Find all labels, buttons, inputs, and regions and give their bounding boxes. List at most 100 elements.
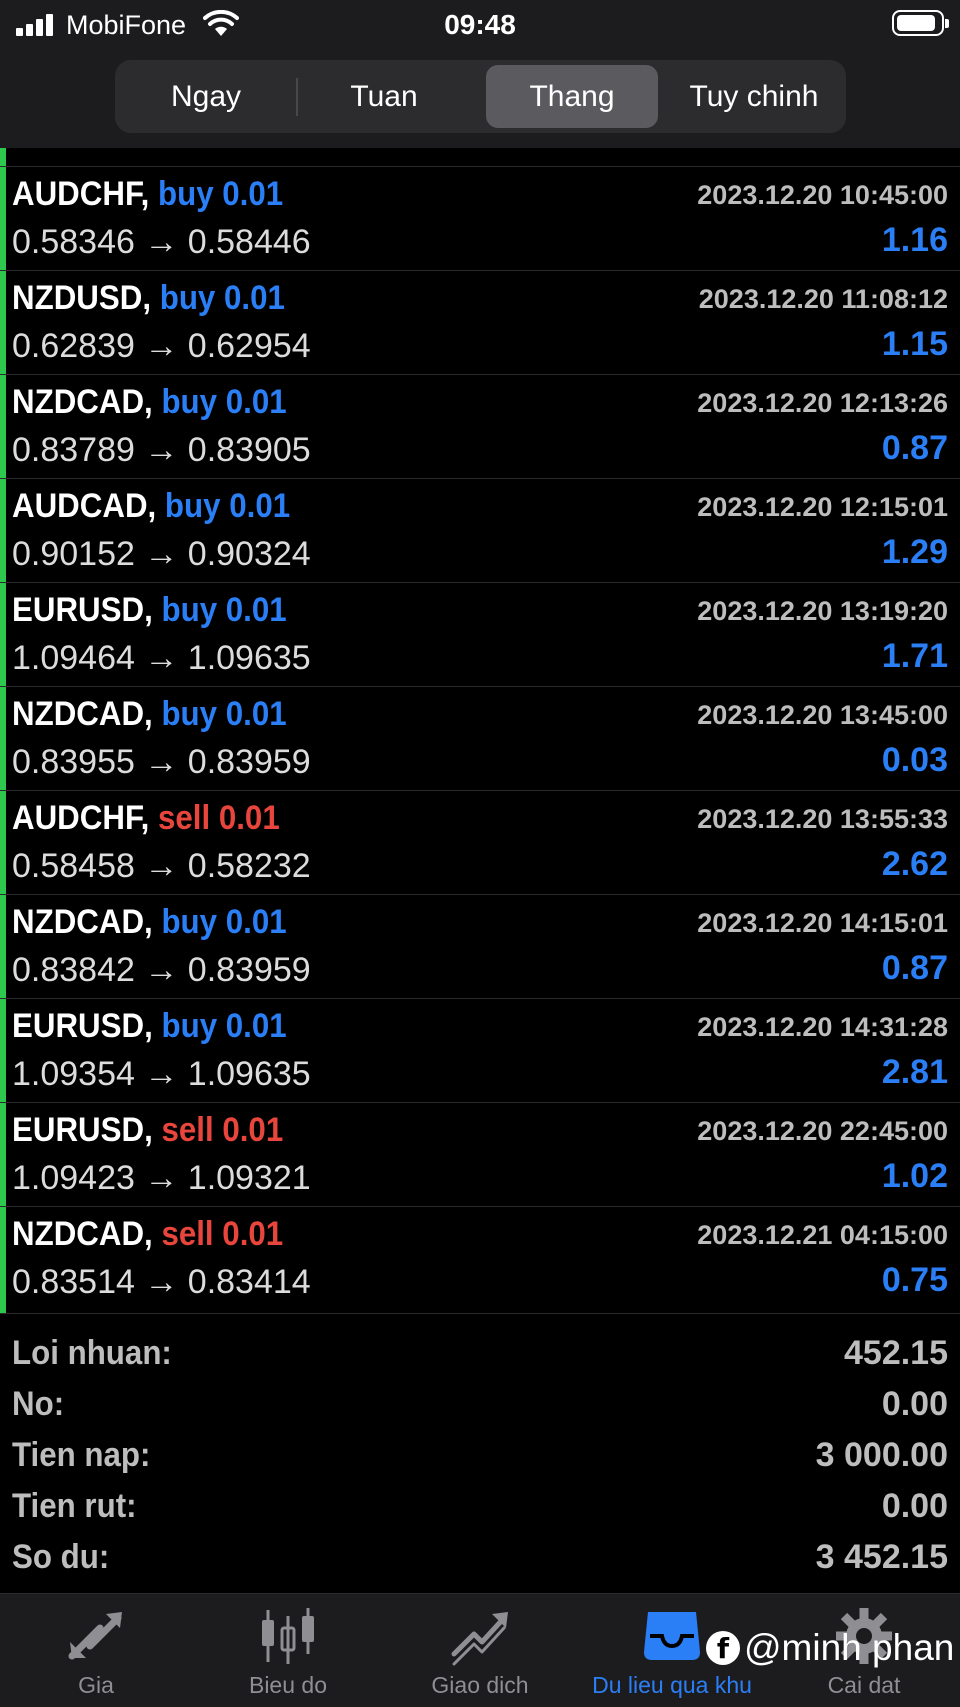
summary-label: Loi nhuan: bbox=[12, 1334, 172, 1372]
trade-symbol: NZDCAD, buy 0.01 bbox=[12, 695, 287, 734]
summary-value: 3 000.00 bbox=[815, 1436, 948, 1474]
trade-prices: 0.83955 → 0.83959 bbox=[12, 743, 311, 781]
trade-side: sell 0.01 bbox=[161, 1215, 284, 1253]
trade-symbol: AUDCHF, buy 0.01 bbox=[12, 175, 283, 214]
trade-symbol: NZDCAD, buy 0.01 bbox=[12, 383, 287, 422]
trade-profit: 1.16 bbox=[881, 221, 948, 259]
trade-row[interactable]: EURUSD, buy 0.01 2023.12.20 13:19:20 1.094… bbox=[0, 582, 960, 686]
trade-profit: 1.02 bbox=[881, 1157, 948, 1195]
trade-prices: 0.58346 → 0.58446 bbox=[12, 223, 311, 261]
tab-label: Giao dich bbox=[431, 1672, 529, 1698]
trade-side: buy 0.01 bbox=[161, 591, 287, 629]
trade-side: buy 0.01 bbox=[161, 383, 287, 421]
trade-date: 2023.12.20 12:13:26 bbox=[697, 388, 948, 418]
header: MobiFone 09:48 Ngay Tuan Thang Tuy chinh bbox=[0, 0, 960, 148]
symbol-name: NZDUSD, bbox=[12, 279, 152, 317]
trade-prices: 0.83842 → 0.83959 bbox=[12, 951, 311, 989]
tab-quotes[interactable]: Gia bbox=[0, 1594, 192, 1707]
summary-row: Loi nhuan: 452.15 bbox=[0, 1330, 960, 1380]
trade-date: 2023.12.20 14:31:28 bbox=[697, 1012, 948, 1042]
trade-row[interactable]: NZDCAD, sell 0.01 2023.12.21 04:15:00 0.83… bbox=[0, 1206, 960, 1310]
trade-date: 2023.12.21 04:15:00 bbox=[697, 1220, 948, 1250]
trade-side: buy 0.01 bbox=[159, 279, 285, 317]
tab-label: Gia bbox=[78, 1672, 114, 1698]
summary-label: No: bbox=[12, 1385, 65, 1423]
trade-side: buy 0.01 bbox=[164, 487, 291, 525]
trade-side: buy 0.01 bbox=[161, 695, 287, 733]
trade-profit: 0.87 bbox=[881, 949, 948, 987]
trade-date: 2023.12.20 12:15:01 bbox=[697, 492, 948, 522]
trade-side: buy 0.01 bbox=[161, 903, 287, 941]
summary-value: 3 452.15 bbox=[815, 1538, 948, 1576]
trade-row[interactable]: NZDCAD, buy 0.01 2023.12.20 14:15:01 0.838… bbox=[0, 894, 960, 998]
trade-symbol: EURUSD, sell 0.01 bbox=[12, 1111, 283, 1150]
trade-row[interactable]: NZDUSD, buy 0.01 2023.12.20 11:08:12 0.628… bbox=[0, 270, 960, 374]
summary-label: Tien nap: bbox=[12, 1436, 151, 1474]
trade-date: 2023.12.20 10:45:00 bbox=[697, 180, 948, 210]
symbol-name: AUDCAD, bbox=[12, 487, 157, 525]
tab-charts[interactable]: Bieu do bbox=[192, 1594, 384, 1707]
trade-prices: 1.09354 → 1.09635 bbox=[12, 1055, 311, 1093]
summary-label: So du: bbox=[12, 1538, 110, 1576]
trade-row[interactable]: EURUSD, buy 0.01 2023.12.20 14:31:28 1.093… bbox=[0, 998, 960, 1102]
trade-symbol: NZDCAD, buy 0.01 bbox=[12, 903, 287, 942]
trade-row[interactable]: AUDCHF, sell 0.01 2023.12.20 13:55:33 0.58… bbox=[0, 790, 960, 894]
trade-symbol: NZDUSD, buy 0.01 bbox=[12, 279, 285, 318]
trade-side: sell 0.01 bbox=[157, 799, 280, 837]
trade-prices: 0.83789 → 0.83905 bbox=[12, 431, 311, 469]
summary-value: 0.00 bbox=[881, 1385, 948, 1423]
symbol-name: NZDCAD, bbox=[12, 1215, 153, 1253]
trade-prices: 0.58458 → 0.58232 bbox=[12, 847, 311, 885]
candlestick-chart-icon bbox=[262, 1608, 314, 1664]
trade-profit: 0.87 bbox=[881, 429, 948, 467]
trade-symbol: EURUSD, buy 0.01 bbox=[12, 591, 287, 630]
tab-trade[interactable]: Giao dich bbox=[384, 1594, 576, 1707]
summary-value: 452.15 bbox=[844, 1334, 948, 1372]
trade-symbol: AUDCHF, sell 0.01 bbox=[12, 799, 280, 838]
trade-date: 2023.12.20 11:08:12 bbox=[698, 284, 948, 314]
trade-side: buy 0.01 bbox=[157, 175, 284, 213]
watermark: f @minh phan bbox=[706, 1624, 954, 1672]
trade-profit: 0.03 bbox=[881, 741, 948, 779]
symbol-name: NZDCAD, bbox=[12, 903, 153, 941]
summary-label: Tien rut: bbox=[12, 1487, 137, 1525]
trade-profit: 2.62 bbox=[881, 845, 948, 883]
summary-row: No: 0.00 bbox=[0, 1381, 960, 1431]
symbol-name: AUDCHF, bbox=[12, 799, 150, 837]
trade-date: 2023.12.20 14:15:01 bbox=[697, 908, 948, 938]
symbol-name: NZDCAD, bbox=[12, 695, 153, 733]
tab-label: Du lieu qua khu bbox=[592, 1672, 752, 1698]
period-tab-month[interactable]: Thang bbox=[486, 65, 658, 128]
symbol-name: AUDCHF, bbox=[12, 175, 150, 213]
trade-row[interactable]: AUDCHF, buy 0.01 2023.12.20 10:45:00 0.583… bbox=[0, 166, 960, 270]
trade-symbol: AUDCAD, buy 0.01 bbox=[12, 487, 290, 526]
trade-date: 2023.12.20 13:55:33 bbox=[697, 804, 948, 834]
trade-prices: 0.62839 → 0.62954 bbox=[12, 327, 311, 365]
symbol-name: EURUSD, bbox=[12, 591, 153, 629]
quotes-arrows-icon bbox=[68, 1612, 122, 1660]
trade-row[interactable]: AUDCAD, buy 0.01 2023.12.20 12:15:01 0.901… bbox=[0, 478, 960, 582]
trade-chart-icon bbox=[451, 1612, 508, 1666]
tab-label: Bieu do bbox=[248, 1672, 327, 1698]
trade-profit: 1.29 bbox=[881, 533, 948, 571]
trade-symbol: EURUSD, buy 0.01 bbox=[12, 1007, 287, 1046]
status-time: 09:48 bbox=[444, 9, 516, 40]
status-bar: MobiFone 09:48 bbox=[0, 0, 960, 50]
battery-icon bbox=[892, 10, 949, 36]
trade-row[interactable]: EURUSD, sell 0.01 2023.12.20 22:45:00 1.09… bbox=[0, 1102, 960, 1206]
trade-row[interactable]: NZDCAD, buy 0.01 2023.12.20 12:13:26 0.837… bbox=[0, 374, 960, 478]
period-tab-day[interactable]: Ngay bbox=[120, 65, 292, 128]
trade-profit: 2.81 bbox=[881, 1053, 948, 1091]
trade-row[interactable]: NZDCAD, buy 0.01 2023.12.20 13:45:00 0.839… bbox=[0, 686, 960, 790]
symbol-name: EURUSD, bbox=[12, 1111, 153, 1149]
symbol-name: NZDCAD, bbox=[12, 383, 153, 421]
trade-prices: 1.09464 → 1.09635 bbox=[12, 639, 311, 677]
summary-value: 0.00 bbox=[881, 1487, 948, 1525]
symbol-name: EURUSD, bbox=[12, 1007, 153, 1045]
period-tab-week[interactable]: Tuan bbox=[298, 65, 470, 128]
trade-history-list[interactable]: AUDCHF, buy 0.01 2023.12.20 10:45:00 0.583… bbox=[0, 148, 960, 1313]
watermark-text: @minh phan bbox=[744, 1627, 955, 1668]
period-tab-custom[interactable]: Tuy chinh bbox=[668, 65, 840, 128]
summary-row: So du: 3 452.15 bbox=[0, 1534, 960, 1584]
period-segmented-control: Ngay Tuan Thang Tuy chinh bbox=[115, 60, 846, 133]
